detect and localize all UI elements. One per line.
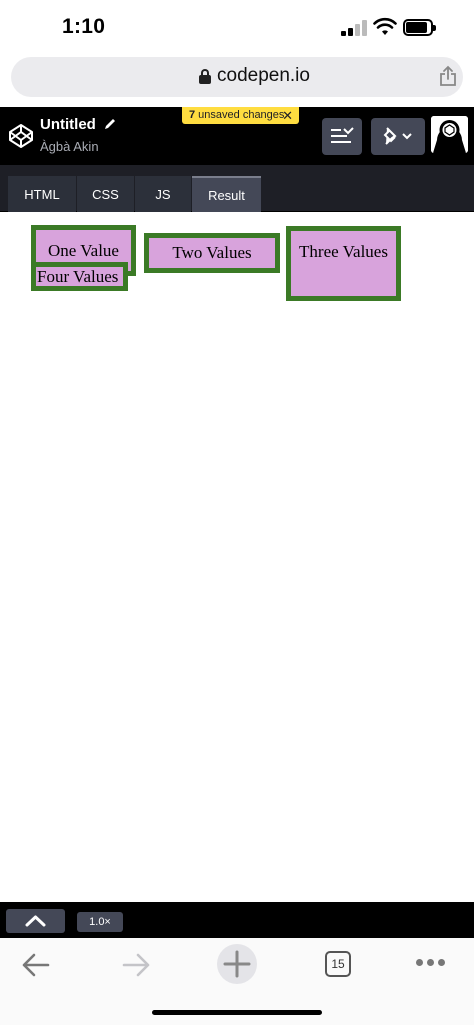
tab-result[interactable]: Result	[192, 176, 261, 212]
box-four-values: Four Values	[31, 262, 128, 291]
back-arrow-icon[interactable]	[20, 952, 52, 978]
status-bar: 1:10	[0, 0, 474, 54]
collapse-console-button[interactable]	[6, 909, 65, 933]
lock-icon	[199, 69, 211, 84]
tab-css[interactable]: CSS	[77, 176, 134, 212]
unsaved-changes-badge[interactable]: 7 unsaved changes ✕	[182, 107, 299, 124]
wifi-icon	[373, 17, 397, 35]
url-text: codepen.io	[217, 65, 310, 86]
codepen-logo-icon[interactable]	[8, 123, 34, 149]
pin-icon	[383, 127, 412, 145]
layout-icon	[331, 127, 354, 143]
unsaved-label: unsaved changes	[195, 109, 285, 121]
box-three-values: Three Values	[286, 226, 401, 301]
status-time: 1:10	[62, 15, 106, 38]
more-icon[interactable]	[416, 959, 446, 969]
pen-title[interactable]: Untitled	[40, 116, 96, 133]
forward-arrow-icon[interactable]	[120, 952, 152, 978]
cellular-signal-icon	[341, 20, 367, 36]
avatar[interactable]	[431, 116, 468, 153]
chevron-up-icon	[25, 915, 46, 927]
battery-icon	[403, 19, 436, 36]
user-avatar-icon	[431, 116, 468, 153]
plus-icon	[223, 950, 251, 978]
change-view-button[interactable]	[322, 118, 362, 155]
tab-js[interactable]: JS	[135, 176, 191, 212]
pen-author[interactable]: Àgbà Akin	[40, 139, 99, 154]
result-preview: One Value Two Values Three Values Four V…	[0, 212, 474, 902]
tab-html[interactable]: HTML	[8, 176, 76, 212]
address-bar[interactable]: codepen.io	[11, 57, 463, 97]
home-indicator	[152, 1010, 322, 1015]
zoom-button[interactable]: 1.0×	[77, 912, 123, 932]
pin-button[interactable]	[371, 118, 425, 155]
close-icon[interactable]: ✕	[282, 107, 293, 124]
editor-tabs: HTML CSS JS Result	[0, 165, 474, 212]
pencil-icon[interactable]	[103, 117, 117, 131]
tabs-button[interactable]: 15	[325, 951, 351, 977]
box-two-values: Two Values	[144, 233, 280, 273]
pen-footer: 1.0×	[0, 902, 474, 938]
share-icon[interactable]	[439, 65, 457, 87]
new-tab-button[interactable]	[217, 944, 257, 984]
